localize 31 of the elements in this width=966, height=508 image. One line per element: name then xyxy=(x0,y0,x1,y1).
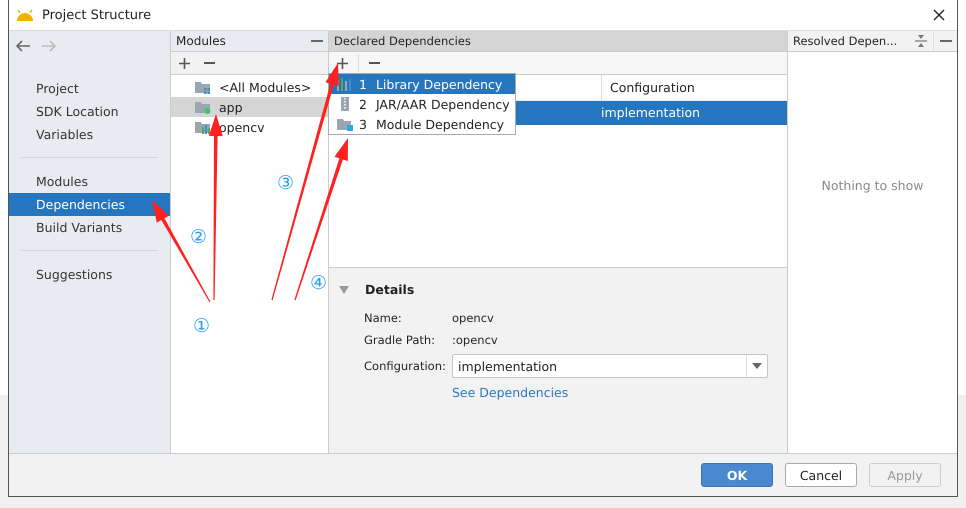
step-number: ① xyxy=(193,315,210,337)
panel-title: Modules xyxy=(176,34,226,48)
sidebar-item[interactable]: Variables xyxy=(9,123,170,146)
sidebar-item[interactable]: Modules xyxy=(9,170,170,193)
field-label: Gradle Path: xyxy=(364,333,436,347)
field-value: :opencv xyxy=(452,333,498,347)
see-dependencies-link[interactable]: See Dependencies xyxy=(452,384,568,400)
module-item[interactable]: app xyxy=(171,97,328,117)
section-title: Details xyxy=(365,282,414,297)
sidebar-item[interactable]: Build Variants xyxy=(9,216,170,239)
step-number: ③ xyxy=(277,172,294,194)
module-item[interactable]: <All Modules> xyxy=(171,77,328,97)
step-number: ② xyxy=(190,226,208,248)
dialog-button[interactable]: Cancel xyxy=(785,463,857,487)
step-number: ④ xyxy=(310,272,328,294)
panel-title: Declared Dependencies xyxy=(334,34,471,48)
sidebar-item[interactable]: Project xyxy=(9,77,170,100)
configuration-dropdown[interactable]: implementation xyxy=(452,354,768,378)
module-item[interactable]: opencv xyxy=(171,117,328,137)
window-title: Project Structure xyxy=(42,8,152,22)
panel-title: Resolved Depen... xyxy=(793,34,898,48)
sidebar-item[interactable]: Dependencies xyxy=(9,193,170,216)
empty-message: Nothing to show xyxy=(822,178,924,192)
column-header[interactable]: Configuration xyxy=(601,75,787,100)
field-value: opencv xyxy=(452,311,494,325)
dialog-button[interactable]: OK xyxy=(701,463,773,487)
field-label: Configuration: xyxy=(364,359,447,373)
sidebar-item[interactable]: Suggestions xyxy=(9,263,170,286)
menu-item[interactable]: 1 Library Dependency xyxy=(329,74,515,94)
field-label: Name: xyxy=(364,311,403,325)
sidebar-item[interactable]: SDK Location xyxy=(9,100,170,123)
